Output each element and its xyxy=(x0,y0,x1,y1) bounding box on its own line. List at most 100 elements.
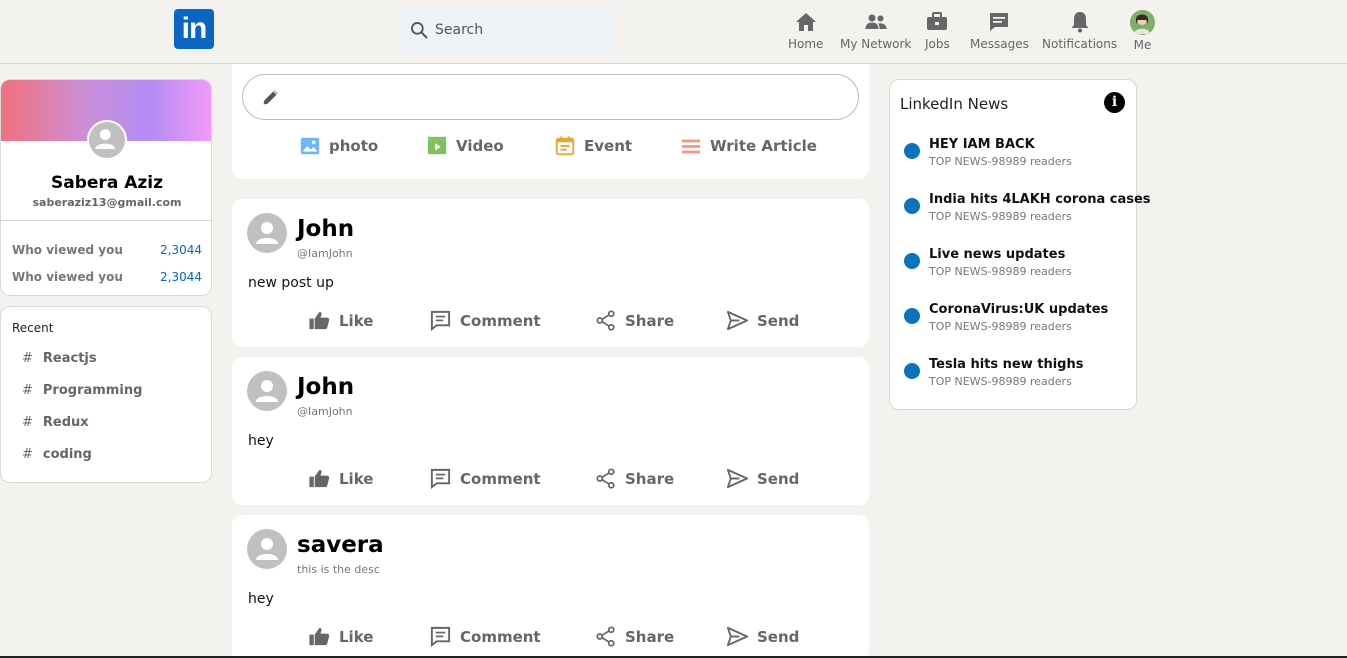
pencil-icon xyxy=(263,90,278,105)
search-icon xyxy=(411,22,428,39)
comment-button[interactable]: Comment xyxy=(429,467,541,490)
share-button[interactable]: Share xyxy=(594,309,674,332)
post-message: hey xyxy=(248,591,274,607)
send-button[interactable]: Send xyxy=(726,309,799,332)
post-avatar[interactable] xyxy=(247,529,287,569)
nav-label: Me xyxy=(1133,38,1152,52)
composer-option-label: Event xyxy=(584,137,633,155)
composer-option-label: Video xyxy=(456,137,504,155)
nav-me[interactable]: Me xyxy=(1130,10,1155,54)
hash-icon: # xyxy=(22,447,33,462)
nav-label: Jobs xyxy=(925,37,950,51)
share-button[interactable]: Share xyxy=(594,625,674,648)
post-composer: photo Video Event Write Article xyxy=(232,64,869,179)
stat-value: 2,3044 xyxy=(160,243,202,257)
composer-input[interactable] xyxy=(242,74,859,120)
recent-tag-label: Reactjs xyxy=(42,351,97,366)
hash-icon: # xyxy=(22,383,33,398)
nav-notifications[interactable]: Notifications xyxy=(1042,10,1117,54)
profile-stat[interactable]: Who viewed you 2,3044 xyxy=(12,243,202,257)
hash-icon: # xyxy=(22,415,33,430)
send-icon xyxy=(726,468,749,489)
post-message: hey xyxy=(248,433,274,449)
comment-button[interactable]: Comment xyxy=(429,309,541,332)
linkedin-logo[interactable]: in xyxy=(174,9,214,49)
post-avatar[interactable] xyxy=(247,213,287,253)
stat-value: 2,3044 xyxy=(160,270,202,284)
hash-icon: # xyxy=(22,351,33,366)
avatar-image xyxy=(1130,10,1154,34)
send-button[interactable]: Send xyxy=(726,467,799,490)
composer-photo-button[interactable]: photo xyxy=(299,135,378,157)
comment-icon xyxy=(430,468,451,490)
send-button[interactable]: Send xyxy=(726,625,799,648)
recent-tag-label: coding xyxy=(42,447,92,462)
profile-name: Sabera Aziz xyxy=(51,173,163,193)
bullet-icon xyxy=(904,253,920,269)
action-label: Like xyxy=(339,469,374,488)
thumbs-up-icon xyxy=(309,311,330,330)
bullet-icon xyxy=(904,308,920,324)
send-icon xyxy=(726,626,749,647)
news-subtitle: TOP NEWS-98989 readers xyxy=(929,320,1072,333)
article-icon xyxy=(681,139,701,154)
top-navbar: in Home My Network Jobs Messages Notific… xyxy=(0,0,1347,64)
profile-stat[interactable]: Who viewed you 2,3044 xyxy=(12,270,202,284)
post-author[interactable]: savera xyxy=(297,532,384,558)
action-label: Comment xyxy=(460,469,541,488)
recent-tag[interactable]: # Reactjs xyxy=(22,351,97,366)
nav-label: Messages xyxy=(970,37,1029,51)
nav-jobs[interactable]: Jobs xyxy=(925,10,950,54)
like-button[interactable]: Like xyxy=(308,309,373,332)
nav-my-network[interactable]: My Network xyxy=(840,10,911,54)
recent-tag[interactable]: # Redux xyxy=(22,415,89,430)
post-author[interactable]: John xyxy=(297,216,354,242)
like-button[interactable]: Like xyxy=(308,467,373,490)
nav-messages[interactable]: Messages xyxy=(970,10,1029,54)
action-label: Send xyxy=(757,627,800,646)
share-icon xyxy=(596,468,615,489)
action-label: Comment xyxy=(460,311,541,330)
comment-icon xyxy=(430,626,451,648)
avatar[interactable] xyxy=(1130,10,1155,35)
like-button[interactable]: Like xyxy=(308,625,373,648)
action-label: Share xyxy=(625,469,675,488)
nav-label: Notifications xyxy=(1042,37,1118,51)
composer-video-button[interactable]: Video xyxy=(426,135,504,157)
bell-icon xyxy=(1071,12,1089,33)
divider xyxy=(1,220,211,221)
post-author[interactable]: John xyxy=(297,374,354,400)
thumbs-up-icon xyxy=(309,469,330,488)
bullet-icon xyxy=(904,198,920,214)
post-author-desc: @IamJohn xyxy=(297,405,353,418)
action-label: Like xyxy=(339,311,374,330)
feed-post: John @IamJohn hey Like Comment Share Sen… xyxy=(232,357,869,505)
post-avatar[interactable] xyxy=(247,371,287,411)
bullet-icon xyxy=(904,363,920,379)
action-label: Share xyxy=(625,311,675,330)
composer-event-button[interactable]: Event xyxy=(554,135,632,157)
post-author-desc: this is the desc xyxy=(297,563,380,576)
send-icon xyxy=(726,310,749,331)
recent-tag[interactable]: # coding xyxy=(22,447,92,462)
composer-article-button[interactable]: Write Article xyxy=(680,135,817,157)
profile-avatar[interactable] xyxy=(87,120,127,160)
comment-button[interactable]: Comment xyxy=(429,625,541,648)
stat-label: Who viewed you xyxy=(12,270,123,284)
nav-label: My Network xyxy=(840,37,912,51)
nav-label: Home xyxy=(788,37,824,51)
share-button[interactable]: Share xyxy=(594,467,674,490)
news-subtitle: TOP NEWS-98989 readers xyxy=(929,155,1072,168)
news-headline: India hits 4LAKH corona cases xyxy=(929,192,1151,207)
chat-icon xyxy=(990,13,1009,31)
nav-home[interactable]: Home xyxy=(788,10,823,54)
search-box[interactable] xyxy=(397,9,616,51)
profile-card: Sabera Aziz saberaziz13@gmail.com Who vi… xyxy=(0,79,212,296)
composer-option-label: Write Article xyxy=(710,137,817,155)
recent-title: Recent xyxy=(12,321,54,335)
post-message: new post up xyxy=(248,275,334,291)
recent-tag[interactable]: # Programming xyxy=(22,383,142,398)
info-icon[interactable]: i xyxy=(1104,92,1125,113)
post-author-desc: @IamJohn xyxy=(297,247,353,260)
search-input[interactable] xyxy=(435,22,605,38)
